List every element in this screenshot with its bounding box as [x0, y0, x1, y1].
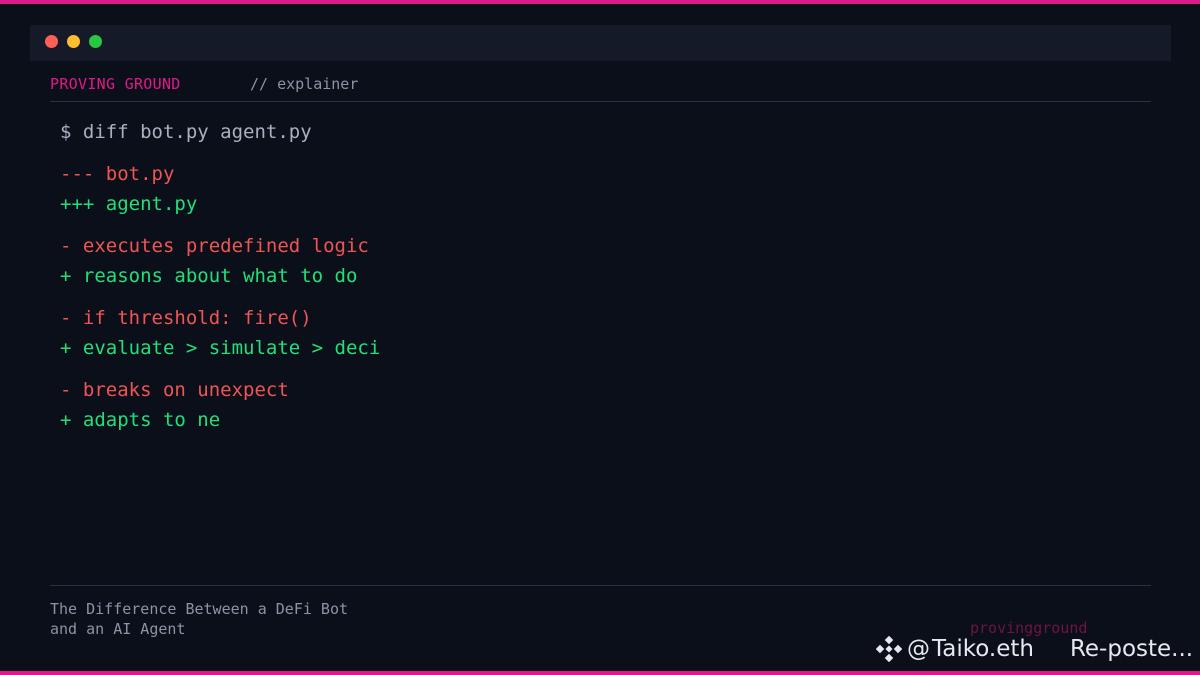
watermark-at: @: [907, 636, 930, 662]
page-header: PROVING GROUND // explainer: [50, 75, 1151, 102]
repost-watermark: @ Taiko.eth Re-poste...: [876, 634, 1193, 664]
diff-command: $ diff bot.py agent.py: [60, 121, 312, 143]
terminal-output: $ diff bot.py agent.py --- bot.py +++ ag…: [60, 117, 380, 435]
diff-line-added: + reasons about what to do: [60, 265, 358, 287]
diff-line-added: + evaluate > simulate > deci: [60, 337, 381, 359]
window-title-bar: [30, 25, 1171, 61]
diff-line-removed: - breaks on unexpect: [60, 379, 289, 401]
diff-line-removed: - executes predefined logic: [60, 235, 369, 257]
binance-diamond-icon: [876, 636, 902, 662]
top-accent-bar: [0, 0, 1200, 4]
maximize-window-dot[interactable]: [89, 35, 102, 48]
caption-line-1: The Difference Between a DeFi Bot: [50, 600, 349, 618]
section-label: // explainer: [250, 75, 359, 93]
footer-caption: The Difference Between a DeFi Bot and an…: [50, 599, 348, 639]
close-window-dot[interactable]: [45, 35, 58, 48]
minimize-window-dot[interactable]: [67, 35, 80, 48]
diff-line-removed: - if threshold: fire(): [60, 307, 312, 329]
footer-divider: [50, 585, 1151, 586]
caption-line-2: and an AI Agent: [50, 620, 186, 638]
diff-line-added: +++ agent.py: [60, 193, 198, 215]
watermark-account-name: Taiko.eth: [932, 636, 1034, 662]
bottom-accent-bar: [0, 671, 1200, 675]
brand-label: PROVING GROUND: [50, 75, 181, 93]
diff-line-added: + adapts to ne: [60, 409, 221, 431]
watermark-repost-label: Re-poste...: [1069, 636, 1194, 662]
diff-line-removed: --- bot.py: [60, 163, 175, 185]
